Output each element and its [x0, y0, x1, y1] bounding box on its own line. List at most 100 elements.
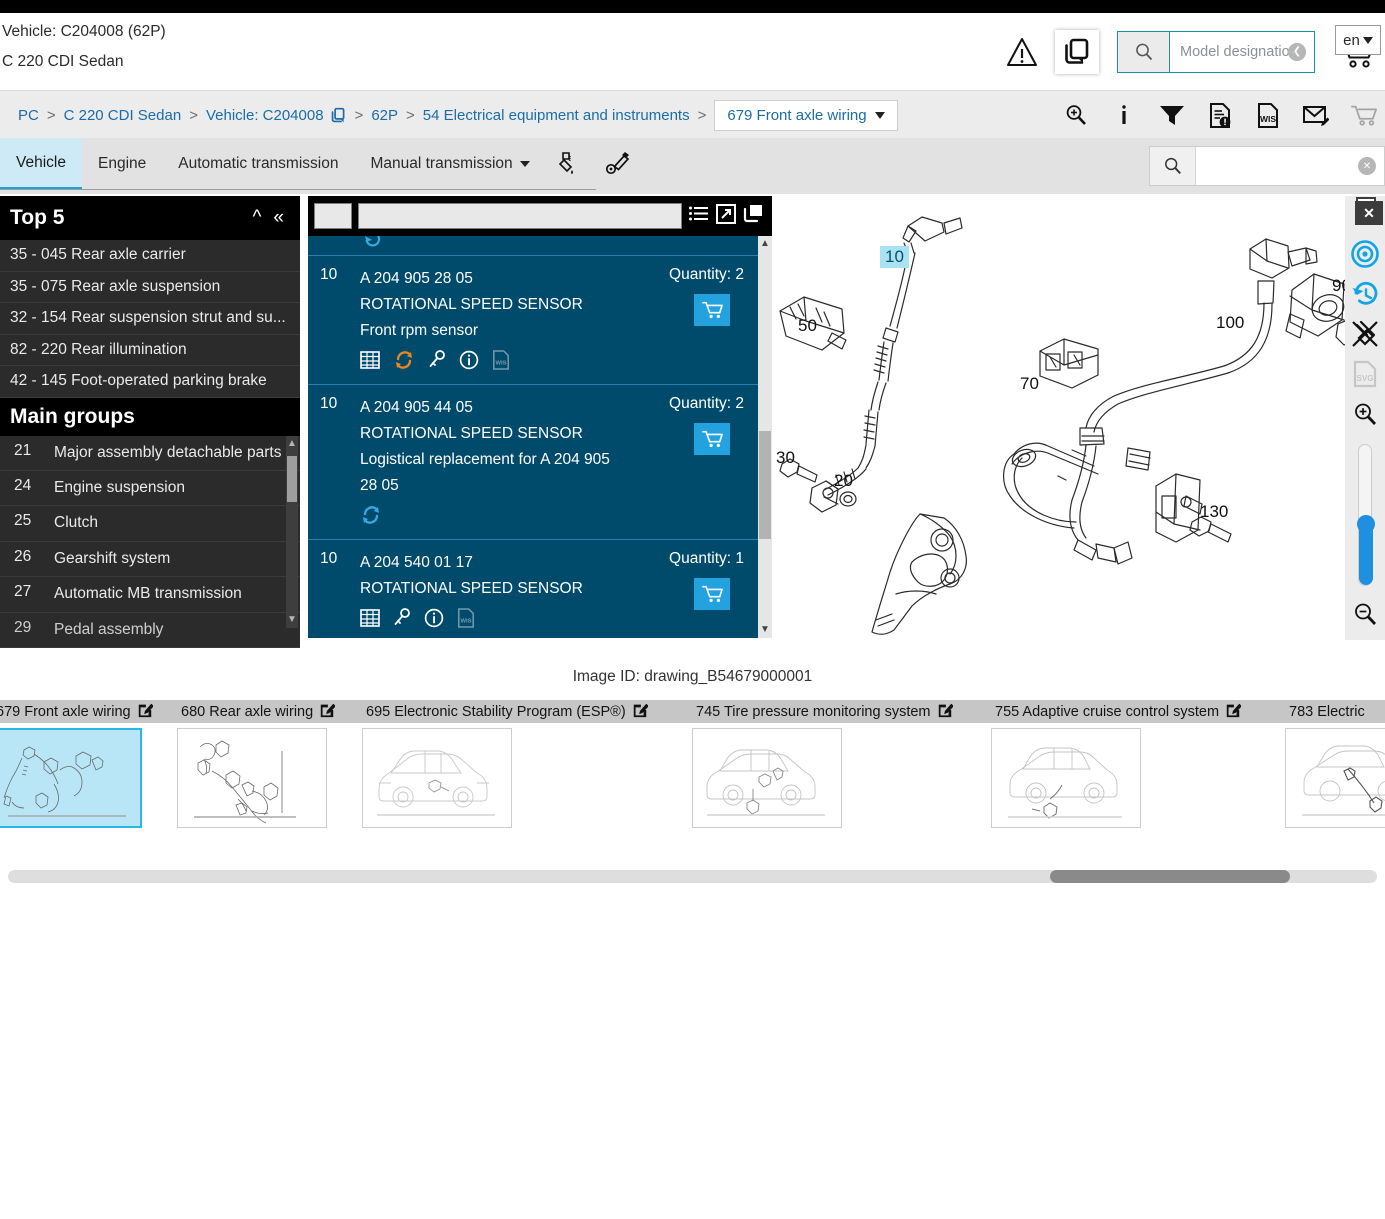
thumbnail-scrollbar-thumb[interactable] — [1050, 870, 1290, 883]
clear-icon[interactable]: ✕ — [1358, 157, 1376, 175]
callout-130[interactable]: 130 — [1200, 502, 1228, 522]
thumbnail-item-680[interactable]: 680 Rear axle wiring — [177, 700, 362, 828]
language-selector[interactable]: en — [1335, 25, 1381, 55]
parts-list-body[interactable]: 10 A 204 905 28 05 ROTATIONAL SPEED SENS… — [308, 236, 772, 638]
callout-30[interactable]: 30 — [776, 448, 795, 468]
table-icon[interactable] — [360, 608, 380, 633]
copy-documents-icon[interactable] — [1055, 30, 1099, 74]
target-hotspot-icon[interactable] — [1345, 234, 1385, 274]
part-number[interactable]: A 204 540 01 17 — [360, 550, 622, 576]
zoom-slider[interactable] — [1358, 444, 1372, 586]
breadcrumb-current-dropdown[interactable]: 679 Front axle wiring — [714, 100, 897, 131]
expand-icon[interactable] — [716, 204, 736, 229]
thumbnail-item-745[interactable]: 745 Tire pressure monitoring system — [692, 700, 991, 828]
thumbnail-image[interactable] — [177, 728, 327, 828]
parts-list-scrollbar[interactable]: ▲ ▼ — [758, 236, 772, 638]
copy-icon[interactable] — [330, 107, 347, 124]
part-number[interactable]: A 204 905 44 05 — [360, 395, 622, 421]
thumbnail-image[interactable] — [1285, 728, 1385, 828]
replacement-arrows-icon[interactable] — [360, 505, 382, 530]
thumbnail-item-695[interactable]: 695 Electronic Stability Program (ESP®) — [362, 700, 692, 828]
filter-icon[interactable] — [1159, 102, 1185, 128]
table-row[interactable]: 10 A 204 540 01 17 ROTATIONAL SPEED SENS… — [308, 540, 772, 638]
thumbnail-image[interactable] — [362, 728, 512, 828]
top5-item-4[interactable]: 42 - 145 Foot-operated parking brake — [0, 366, 300, 398]
part-number[interactable]: A 204 905 28 05 — [360, 266, 622, 292]
history-undo-icon[interactable] — [1345, 274, 1385, 314]
tab-vehicle[interactable]: Vehicle — [0, 138, 82, 190]
info-circle-icon[interactable] — [424, 608, 444, 633]
thumbnail-strip[interactable]: 679 Front axle wiring — [0, 700, 1385, 840]
scroll-down-icon[interactable]: ▼ — [287, 613, 297, 627]
replacement-arrows-icon[interactable] — [393, 350, 415, 375]
chevron-double-left-icon[interactable]: « — [267, 207, 290, 229]
document-alert-icon[interactable] — [1207, 102, 1233, 128]
paint-code-icon[interactable] — [546, 138, 594, 190]
thumbnail-item-679[interactable]: 679 Front axle wiring — [0, 700, 177, 828]
callout-70[interactable]: 70 — [1020, 374, 1039, 394]
zoom-in-icon[interactable] — [1345, 394, 1385, 434]
wis-document-icon[interactable]: WIS — [1255, 102, 1281, 128]
part-drawing[interactable]: 10 50 30 20 70 100 90 130 — [772, 196, 1345, 640]
tab-manual-transmission[interactable]: Manual transmission — [354, 138, 545, 190]
table-row[interactable]: 10 A 204 905 28 05 ROTATIONAL SPEED SENS… — [308, 256, 772, 385]
add-to-cart-icon[interactable] — [694, 578, 730, 610]
breadcrumb-item-pc[interactable]: PC — [18, 107, 39, 124]
scrollbar-thumb[interactable] — [759, 431, 771, 539]
breadcrumb-item-group54[interactable]: 54 Electrical equipment and instruments — [423, 107, 690, 124]
main-groups-scrollbar[interactable]: ▲ ▼ — [286, 436, 298, 628]
scroll-up-icon[interactable]: ▲ — [287, 437, 297, 451]
info-circle-icon[interactable] — [459, 350, 479, 375]
breadcrumb-item-62p[interactable]: 62P — [371, 107, 398, 124]
table-icon[interactable] — [360, 350, 380, 375]
collapse-search-icon[interactable]: ❮ — [1288, 43, 1306, 61]
key-icon[interactable] — [393, 608, 411, 633]
zoom-out-icon[interactable] — [1345, 594, 1385, 634]
parts-row-partial[interactable] — [308, 236, 772, 256]
info-icon[interactable] — [1111, 102, 1137, 128]
edit-pencil-icon[interactable] — [137, 702, 153, 722]
thumbnail-image[interactable] — [692, 728, 842, 828]
zoom-in-icon[interactable] — [1063, 102, 1089, 128]
edit-pencil-icon[interactable] — [632, 702, 648, 722]
close-image-icon[interactable]: ✕ — [1355, 201, 1383, 225]
main-group-item-26[interactable]: 26 Gearshift system — [0, 542, 300, 577]
model-designation-search[interactable]: ❮ — [1117, 31, 1315, 73]
mail-edit-icon[interactable] — [1303, 102, 1329, 128]
main-group-item-29[interactable]: 29 Pedal assembly — [0, 613, 300, 648]
unpin-icon[interactable] — [1345, 314, 1385, 354]
thumbnail-image[interactable] — [0, 728, 142, 828]
zoom-slider-handle[interactable] — [1357, 515, 1375, 533]
breadcrumb-item-vehicle[interactable]: Vehicle: C204008 — [206, 107, 324, 124]
top5-item-2[interactable]: 32 - 154 Rear suspension strut and su... — [0, 303, 300, 335]
parts-filter-pos-field[interactable] — [314, 203, 352, 229]
top5-item-1[interactable]: 35 - 075 Rear axle suspension — [0, 272, 300, 304]
thumbnail-item-755[interactable]: 755 Adaptive cruise control system — [991, 700, 1285, 828]
main-group-item-21[interactable]: 21 Major assembly detachable parts — [0, 436, 300, 471]
top5-item-0[interactable]: 35 - 045 Rear axle carrier — [0, 240, 300, 272]
tab-engine[interactable]: Engine — [82, 138, 162, 190]
tab-automatic-transmission[interactable]: Automatic transmission — [162, 138, 354, 190]
main-group-item-24[interactable]: 24 Engine suspension — [0, 471, 300, 506]
top5-item-3[interactable]: 82 - 220 Rear illumination — [0, 335, 300, 367]
main-group-item-25[interactable]: 25 Clutch — [0, 506, 300, 541]
edit-pencil-icon[interactable] — [319, 702, 335, 722]
thumbnail-item-783[interactable]: 783 Electric — [1285, 700, 1385, 828]
scroll-up-icon[interactable]: ▲ — [758, 236, 772, 252]
key-icon[interactable] — [428, 350, 446, 375]
thumbnail-image[interactable] — [991, 728, 1141, 828]
warning-triangle-icon[interactable] — [1001, 31, 1043, 73]
scrollbar-thumb[interactable] — [287, 456, 297, 502]
chevron-up-icon[interactable]: ^ — [247, 207, 268, 229]
add-to-cart-icon[interactable] — [694, 423, 730, 455]
callout-50[interactable]: 50 — [798, 316, 817, 336]
table-row[interactable]: 10 A 204 905 44 05 ROTATIONAL SPEED SENS… — [308, 385, 772, 540]
list-view-icon[interactable] — [688, 204, 710, 229]
trim-code-icon[interactable] — [594, 138, 642, 190]
breadcrumb-item-model[interactable]: C 220 CDI Sedan — [64, 107, 182, 124]
callout-100[interactable]: 100 — [1216, 313, 1244, 333]
callout-10[interactable]: 10 — [880, 246, 909, 268]
edit-pencil-icon[interactable] — [937, 702, 953, 722]
parts-search[interactable]: ✕ — [1149, 146, 1385, 186]
main-group-item-27[interactable]: 27 Automatic MB transmission — [0, 577, 300, 612]
